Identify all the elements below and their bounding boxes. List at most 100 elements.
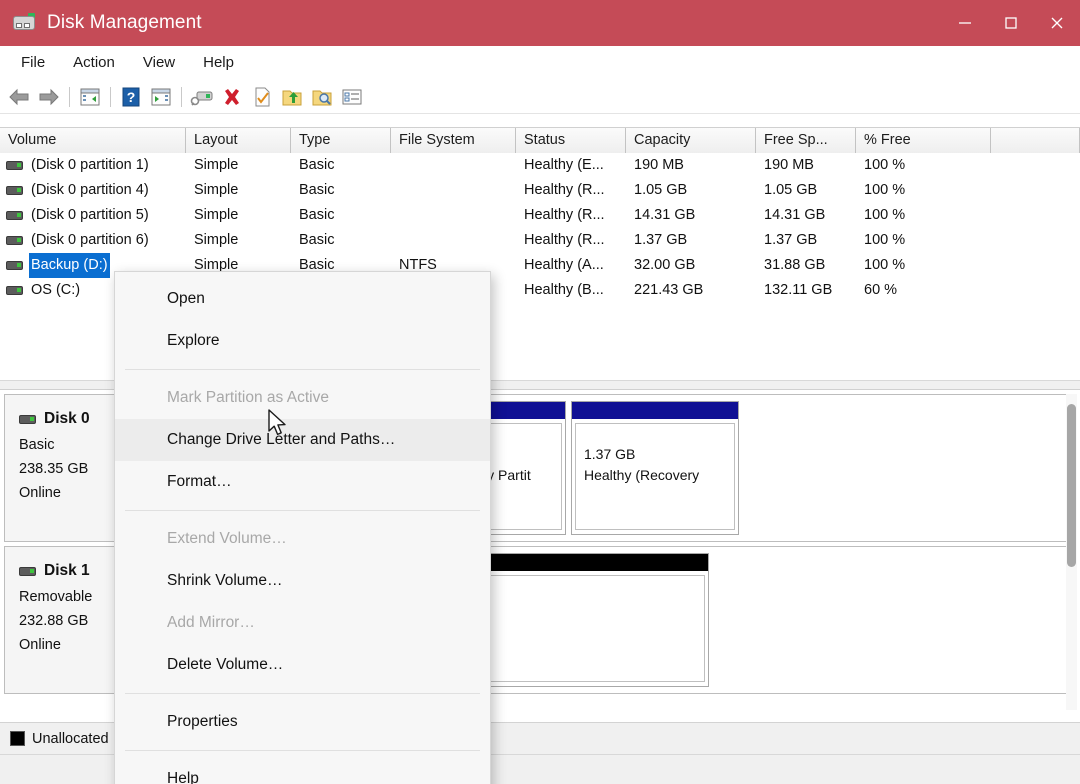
list-properties-icon[interactable]: [337, 83, 367, 111]
cell-type: Basic: [291, 153, 391, 178]
volume-context-menu[interactable]: OpenExplore Mark Partition as ActiveChang…: [114, 271, 491, 784]
toolbar-separator: [110, 87, 111, 107]
cell-layout: Simple: [186, 228, 291, 253]
cell-volume: (Disk 0 partition 5): [0, 203, 186, 228]
partition-status-label: Healthy (Recovery: [584, 465, 734, 486]
column-header-status[interactable]: Status: [516, 128, 626, 154]
column-header-volume[interactable]: Volume: [0, 128, 186, 154]
volume-name-label: (Disk 0 partition 4): [29, 178, 151, 203]
disk-name-label: Disk 1: [44, 559, 90, 583]
volume-name-label: (Disk 0 partition 5): [29, 203, 151, 228]
cell-capacity: 14.31 GB: [626, 203, 756, 228]
context-menu-item-properties[interactable]: Properties: [115, 701, 490, 743]
column-header-layout[interactable]: Layout: [186, 128, 291, 154]
context-menu-item-mark-partition-as-active: Mark Partition as Active: [115, 377, 490, 419]
context-menu-item-explore[interactable]: Explore: [115, 320, 490, 362]
volume-row[interactable]: (Disk 0 partition 6) SimpleBasic Healthy (…: [0, 228, 1080, 253]
context-menu-item-extend-volume: Extend Volume…: [115, 518, 490, 560]
delete-icon[interactable]: [217, 83, 247, 111]
column-header-type[interactable]: Type: [291, 128, 391, 154]
context-menu-item-open[interactable]: Open: [115, 278, 490, 320]
menu-help[interactable]: Help: [190, 50, 247, 75]
show-hide-console-tree-icon[interactable]: [75, 83, 105, 111]
cell-type: Basic: [291, 178, 391, 203]
minimize-button[interactable]: [942, 0, 988, 46]
context-menu-separator: [125, 750, 480, 751]
partition-block[interactable]: 1.37 GBHealthy (Recovery: [571, 401, 739, 535]
cell-file-system: [391, 178, 516, 203]
context-menu-item-delete-volume[interactable]: Delete Volume…: [115, 644, 490, 686]
cell-status: Healthy (R...: [516, 178, 626, 203]
cell-file-system: [391, 153, 516, 178]
cell-percent-free: 100 %: [856, 153, 991, 178]
partition-size-label: 1.37 GB: [584, 444, 734, 465]
context-menu-item-change-drive-letter-and-paths[interactable]: Change Drive Letter and Paths…: [115, 419, 490, 461]
column-header-file-system[interactable]: File System: [391, 128, 516, 154]
menu-bar: File Action View Help: [0, 46, 1080, 78]
volume-drive-icon: [6, 211, 23, 220]
volume-name-label: (Disk 0 partition 6): [29, 228, 151, 253]
volume-row[interactable]: (Disk 0 partition 5)SimpleBasicHealthy (…: [0, 203, 1080, 228]
cell-percent-free: 100 %: [856, 253, 991, 278]
volume-name-label: OS (C:): [29, 278, 82, 303]
window-title: Disk Management: [47, 12, 202, 34]
cell-volume: (Disk 0 partition 6): [0, 228, 186, 253]
cell-capacity: 221.43 GB: [626, 278, 756, 303]
show-hide-action-pane-icon[interactable]: [146, 83, 176, 111]
partition-color-bar: [572, 402, 738, 419]
disk-name-label: Disk 0: [44, 407, 90, 431]
context-menu-item-add-mirror: Add Mirror…: [115, 602, 490, 644]
toolbar: ?: [0, 80, 1080, 114]
maximize-button[interactable]: [988, 0, 1034, 46]
cell-free-space: 132.11 GB: [756, 278, 856, 303]
cell-percent-free: 60 %: [856, 278, 991, 303]
cell-file-system: [391, 203, 516, 228]
volume-row[interactable]: (Disk 0 partition 4) SimpleBasic Healthy (…: [0, 178, 1080, 203]
cell-capacity: 1.37 GB: [626, 228, 756, 253]
close-button[interactable]: [1034, 0, 1080, 46]
forward-arrow-icon[interactable]: [34, 83, 64, 111]
cell-volume: (Disk 0 partition 4): [0, 178, 186, 203]
cell-percent-free: 100 %: [856, 203, 991, 228]
legend-label: Unallocated: [32, 731, 109, 747]
cell-layout: Simple: [186, 153, 291, 178]
toolbar-separator: [181, 87, 182, 107]
folder-export-icon[interactable]: [277, 83, 307, 111]
cell-free-space: 1.05 GB: [756, 178, 856, 203]
partition-details: 1.37 GBHealthy (Recovery: [575, 423, 735, 530]
volume-drive-icon: [6, 186, 23, 195]
help-icon[interactable]: ?: [116, 83, 146, 111]
cell-percent-free: 100 %: [856, 228, 991, 253]
context-menu-item-shrink-volume[interactable]: Shrink Volume…: [115, 560, 490, 602]
menu-action[interactable]: Action: [60, 50, 128, 75]
properties-check-icon[interactable]: [247, 83, 277, 111]
window-controls: [942, 0, 1080, 46]
volume-row[interactable]: (Disk 0 partition 1)SimpleBasicHealthy (…: [0, 153, 1080, 178]
rescan-disks-icon[interactable]: [187, 83, 217, 111]
disk-drive-icon: [19, 567, 36, 576]
menu-view[interactable]: View: [130, 50, 188, 75]
cell-capacity: 1.05 GB: [626, 178, 756, 203]
context-menu-separator: [125, 369, 480, 370]
column-header-capacity[interactable]: Capacity: [626, 128, 756, 154]
menu-file[interactable]: File: [8, 50, 58, 75]
cell-free-space: 14.31 GB: [756, 203, 856, 228]
cell-status: Healthy (A...: [516, 253, 626, 278]
cell-status: Healthy (R...: [516, 203, 626, 228]
column-header-free-sp[interactable]: Free Sp...: [756, 128, 856, 154]
cell-capacity: 32.00 GB: [626, 253, 756, 278]
toolbar-separator: [69, 87, 70, 107]
back-arrow-icon[interactable]: [4, 83, 34, 111]
cell-free-space: 190 MB: [756, 153, 856, 178]
context-menu-item-format[interactable]: Format…: [115, 461, 490, 503]
cell-type: Basic: [291, 228, 391, 253]
folder-search-icon[interactable]: [307, 83, 337, 111]
disk-drive-icon: [19, 415, 36, 424]
context-menu-item-help[interactable]: Help: [115, 758, 490, 784]
cell-volume: (Disk 0 partition 1): [0, 153, 186, 178]
column-header--free[interactable]: % Free: [856, 128, 991, 154]
cell-layout: Simple: [186, 178, 291, 203]
cell-status: Healthy (R...: [516, 228, 626, 253]
cell-free-space: 1.37 GB: [756, 228, 856, 253]
scrollbar-thumb[interactable]: [1067, 404, 1076, 567]
